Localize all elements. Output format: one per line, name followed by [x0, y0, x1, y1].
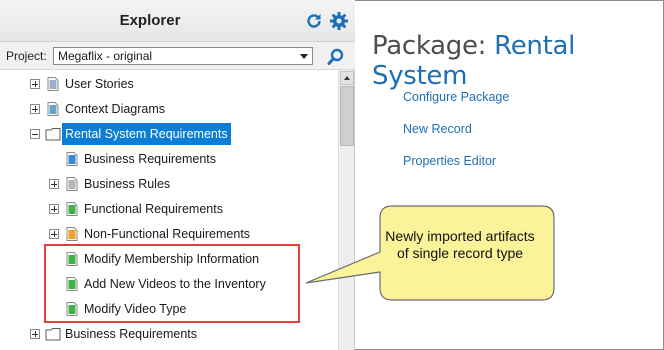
page-title-prefix: Package:	[372, 31, 495, 61]
properties-editor-link[interactable]: Properties Editor	[403, 154, 496, 168]
project-label: Project:	[6, 49, 47, 63]
expand-icon[interactable]	[49, 229, 59, 239]
tree-node-label: Business Requirements	[84, 152, 217, 166]
folder-icon	[45, 128, 61, 141]
doc-green-icon	[66, 202, 78, 216]
configure-package-link[interactable]: Configure Package	[403, 90, 509, 104]
callout-text: Newly imported artifacts of single recor…	[385, 228, 535, 261]
scroll-thumb[interactable]	[340, 86, 354, 146]
explorer-title: Explorer	[119, 12, 181, 29]
tree-node-label: User Stories	[65, 77, 134, 91]
search-icon[interactable]	[326, 47, 346, 67]
chevron-down-icon	[300, 54, 308, 59]
folder-icon	[45, 328, 61, 341]
tree-node[interactable]: User Stories	[0, 73, 338, 95]
doc-orange-icon	[66, 227, 78, 241]
expand-icon[interactable]	[30, 79, 40, 89]
tree-node-label: Business Rules	[84, 177, 171, 191]
doc-blue-icon	[66, 152, 78, 166]
imported-artifacts-highlight	[44, 244, 300, 323]
expand-icon[interactable]	[30, 329, 40, 339]
tree-node[interactable]: Context Diagrams	[0, 98, 338, 120]
expand-icon[interactable]	[30, 104, 40, 114]
tree-node[interactable]: Business Requirements	[0, 148, 338, 170]
project-select-value: Megaflix - original	[58, 49, 153, 63]
context-diagram-icon	[47, 102, 59, 116]
new-record-link[interactable]: New Record	[403, 122, 472, 136]
expand-icon[interactable]	[49, 179, 59, 189]
tree-node-label: Non-Functional Requirements	[84, 227, 251, 241]
tree-node[interactable]: Functional Requirements	[0, 198, 338, 220]
tree-node-label: Business Requirements	[65, 327, 198, 341]
tree-node-label: Functional Requirements	[84, 202, 223, 216]
doc-gray-icon	[66, 177, 78, 191]
tree-node-label: Rental System Requirements	[62, 123, 231, 145]
refresh-icon[interactable]	[305, 12, 323, 30]
tree-node[interactable]: Business Rules	[0, 173, 338, 195]
user-stories-icon	[47, 77, 59, 91]
tree-node[interactable]: Rental System Requirements	[0, 123, 338, 145]
tree-node-label: Context Diagrams	[65, 102, 166, 116]
collapse-icon[interactable]	[30, 129, 40, 139]
tree-node[interactable]: Business Requirements	[0, 323, 338, 345]
explorer-header: Explorer	[0, 0, 355, 42]
page-title: Package: Rental System	[372, 31, 664, 91]
tree-node[interactable]: Non-Functional Requirements	[0, 223, 338, 245]
project-select[interactable]: Megaflix - original	[53, 47, 313, 65]
gear-icon[interactable]	[329, 11, 349, 31]
scroll-up-button[interactable]	[340, 71, 354, 85]
expand-icon[interactable]	[49, 204, 59, 214]
project-row: Project: Megaflix - original	[0, 42, 355, 70]
